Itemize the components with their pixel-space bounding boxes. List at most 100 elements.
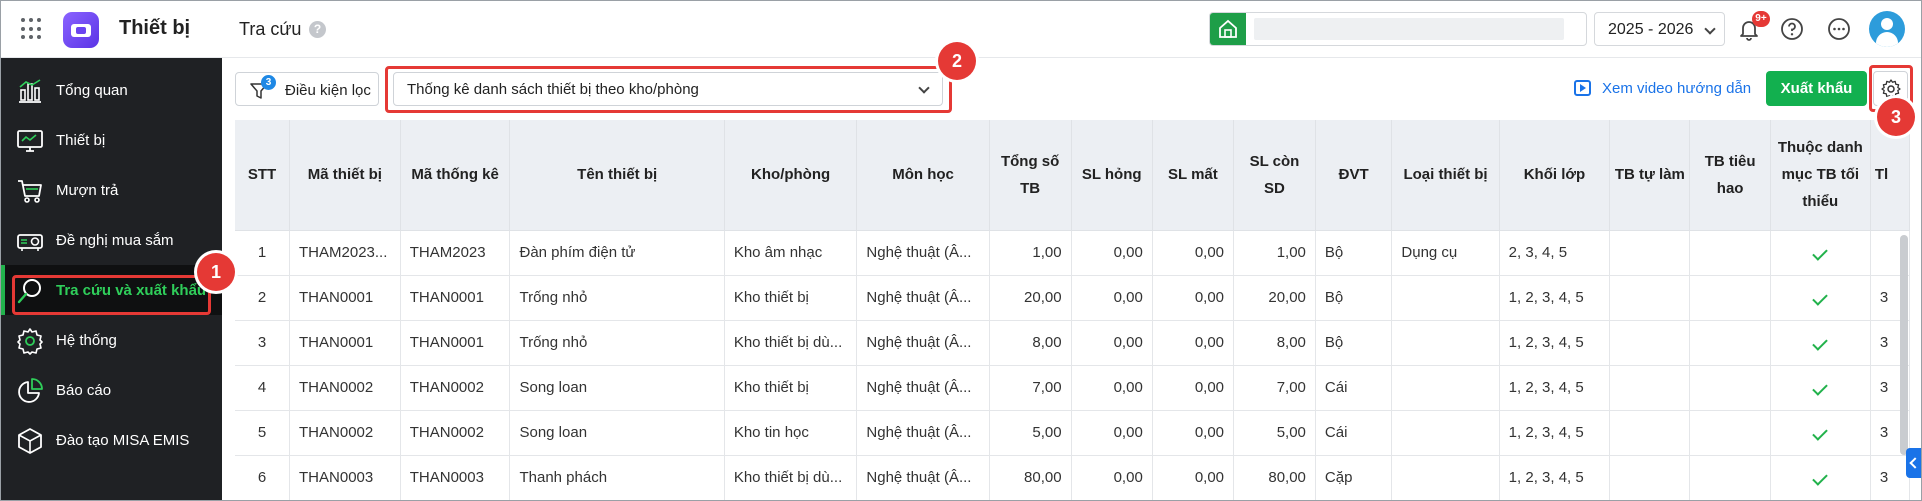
table-cell: [1391, 365, 1500, 411]
table-cell: [1689, 365, 1771, 411]
table-cell: 1,00: [1233, 230, 1316, 276]
equipment-table-container: STT Mã thiết bị Mã thống kê Tên thiết bị…: [235, 120, 1910, 500]
vertical-scrollbar[interactable]: [1900, 235, 1908, 455]
table-cell: Cái: [1315, 365, 1393, 411]
table-cell: 1, 2, 3, 4, 5: [1499, 275, 1611, 321]
table-cell: Nghệ thuật (Â...: [856, 275, 990, 321]
column-header[interactable]: TB tự làm: [1609, 120, 1691, 231]
table-row[interactable]: 3 THAN0001 THAN0001 Trống nhỏ Kho thiết bị d…: [235, 320, 1910, 366]
sidebar-item-muon-tra[interactable]: Mượn trả: [1, 165, 222, 215]
table-cell: [1770, 365, 1871, 411]
column-header[interactable]: Mã thiết bị: [289, 120, 401, 231]
table-row[interactable]: 1 THAM2023... THAM2023 Đàn phím điện tử Kho …: [235, 230, 1910, 276]
table-cell: 1, 2, 3, 4, 5: [1499, 410, 1611, 456]
checkmark-icon: [1812, 290, 1829, 306]
table-cell: 0,00: [1071, 320, 1153, 366]
column-header[interactable]: Tổng số TB: [989, 120, 1072, 231]
table-cell: Kho tin học: [724, 410, 858, 456]
checkmark-icon: [1812, 470, 1829, 486]
user-avatar[interactable]: [1869, 11, 1905, 47]
column-header[interactable]: STT: [235, 120, 291, 231]
cart-icon: [18, 180, 42, 203]
box-icon: [18, 428, 42, 454]
equipment-table: STT Mã thiết bị Mã thống kê Tên thiết bị…: [235, 120, 1910, 500]
app-title: Thiết bị: [119, 17, 191, 39]
filter-button-label: Điều kiện lọc: [285, 82, 371, 99]
table-cell: 4: [235, 365, 291, 411]
table-row[interactable]: 2 THAN0001 THAN0001 Trống nhỏ Kho thiết bị Ng…: [235, 275, 1910, 321]
table-cell: Bộ: [1315, 320, 1393, 366]
table-header-row: STT Mã thiết bị Mã thống kê Tên thiết bị…: [235, 120, 1910, 231]
table-cell: 0,00: [1071, 365, 1153, 411]
page-help-icon[interactable]: ?: [309, 21, 326, 38]
filter-conditions-button[interactable]: 3 Điều kiện lọc: [235, 72, 379, 106]
sidebar-item-he-thong[interactable]: Hệ thống: [1, 315, 222, 365]
column-header[interactable]: SL hỏng: [1071, 120, 1153, 231]
table-cell: Bộ: [1315, 275, 1393, 321]
table-body: 1 THAM2023... THAM2023 Đàn phím điện tử Kho …: [235, 230, 1910, 500]
table-cell: Song loan: [509, 410, 725, 456]
table-cell: 0,00: [1071, 230, 1153, 276]
column-header[interactable]: Môn học: [856, 120, 990, 231]
table-cell: 0,00: [1152, 275, 1235, 321]
school-year-select[interactable]: 2025 - 2026: [1594, 12, 1725, 46]
column-header[interactable]: Tên thiết bị: [509, 120, 725, 231]
column-header[interactable]: ĐVT: [1315, 120, 1393, 231]
table-row[interactable]: 6 THAN0003 THAN0003 Thanh phách Kho thiết bị…: [235, 455, 1910, 500]
table-cell: Kho thiết bị dù...: [724, 320, 858, 366]
table-cell: Nghệ thuật (Â...: [856, 230, 990, 276]
table-cell: 8,00: [989, 320, 1072, 366]
more-options-icon[interactable]: [1827, 17, 1851, 41]
table-cell: THAN0001: [289, 320, 401, 366]
table-cell: 6: [235, 455, 291, 500]
table-cell: THAN0003: [400, 455, 511, 500]
table-cell: THAM2023...: [289, 230, 401, 276]
export-button[interactable]: Xuất khẩu: [1766, 71, 1867, 106]
sidebar-item-de-nghi-mua-sam[interactable]: Đề nghị mua sắm: [1, 215, 222, 265]
table-cell: THAM2023: [400, 230, 511, 276]
table-cell: 5,00: [989, 410, 1072, 456]
column-header[interactable]: Kho/phòng: [724, 120, 858, 231]
play-video-icon[interactable]: [1574, 80, 1591, 96]
column-header[interactable]: SL mất: [1152, 120, 1235, 231]
column-header[interactable]: Mã thống kê: [400, 120, 511, 231]
checkmark-icon: [1812, 335, 1829, 351]
table-cell: [1689, 275, 1771, 321]
school-selector[interactable]: [1209, 12, 1587, 46]
collapse-panel-tab[interactable]: [1906, 448, 1921, 478]
table-cell: 0,00: [1071, 410, 1153, 456]
column-header[interactable]: Thuộc danh mục TB tối thiểu: [1770, 120, 1871, 231]
column-header[interactable]: Loại thiết bị: [1391, 120, 1500, 231]
apps-grid-icon[interactable]: [21, 18, 43, 40]
sidebar-item-label: Tổng quan: [56, 82, 128, 99]
table-cell: THAN0002: [400, 365, 511, 411]
table-cell: [1391, 275, 1500, 321]
notification-badge: 9+: [1752, 11, 1770, 27]
column-header[interactable]: Tl: [1870, 120, 1910, 231]
sidebar-item-thiet-bi[interactable]: Thiết bị: [1, 115, 222, 165]
table-row[interactable]: 5 THAN0002 THAN0002 Song loan Kho tin học Ngh…: [235, 410, 1910, 456]
table-cell: Nghệ thuật (Â...: [856, 410, 990, 456]
column-header[interactable]: SL còn SD: [1233, 120, 1316, 231]
table-row[interactable]: 4 THAN0002 THAN0002 Song loan Kho thiết bị Ng…: [235, 365, 1910, 411]
table-cell: 0,00: [1071, 455, 1153, 500]
table-cell: 20,00: [1233, 275, 1316, 321]
annotation-marker-1: 1: [197, 253, 235, 291]
sidebar-item-tong-quan[interactable]: Tổng quan: [1, 65, 222, 115]
table-cell: 0,00: [1152, 410, 1235, 456]
column-header[interactable]: TB tiêu hao: [1689, 120, 1771, 231]
sidebar-item-bao-cao[interactable]: Báo cáo: [1, 365, 222, 415]
column-header[interactable]: Khối lớp: [1499, 120, 1611, 231]
help-circle-icon[interactable]: [1780, 17, 1804, 41]
table-cell: 0,00: [1152, 230, 1235, 276]
sidebar-item-dao-tao[interactable]: Đào tạo MISA EMIS: [1, 415, 222, 465]
pie-chart-icon: [18, 378, 43, 403]
table-cell: 1,00: [989, 230, 1072, 276]
table-cell: Cặp: [1315, 455, 1393, 500]
table-cell: [1770, 230, 1871, 276]
video-guide-link[interactable]: Xem video hướng dẫn: [1602, 80, 1751, 97]
sidebar-item-label: Đào tạo MISA EMIS: [56, 432, 190, 449]
table-cell: [1609, 275, 1691, 321]
table-cell: [1609, 410, 1691, 456]
table-cell: THAN0001: [400, 320, 511, 366]
